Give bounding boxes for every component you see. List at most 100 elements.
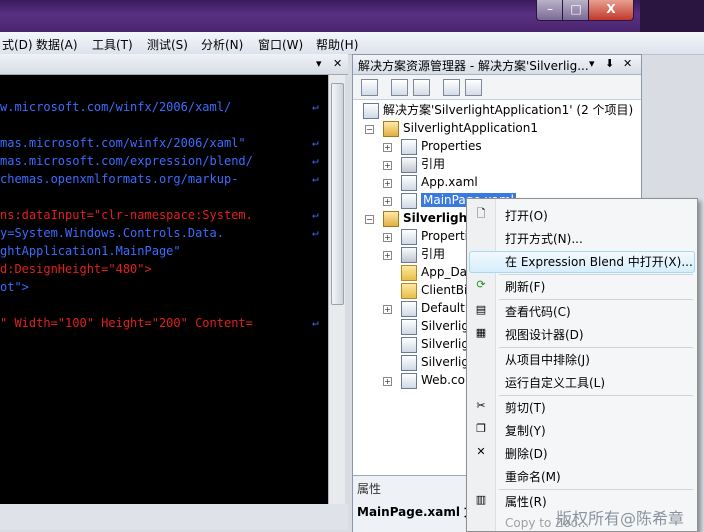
tree-item[interactable]: 引用 (401, 155, 445, 173)
menu-item-rename[interactable]: 重命名(M) (467, 465, 697, 487)
expand-icon[interactable]: + (383, 377, 392, 386)
context-menu: 🗋 打开(O) 打开方式(N)... 在 Expression Blend 中打… (466, 198, 698, 532)
menu-item-label: 刷新(F) (505, 280, 546, 294)
tree-item[interactable]: Silverlig (401, 317, 469, 335)
expand-icon[interactable]: + (383, 305, 392, 314)
wrap-icon: ↵ (312, 316, 319, 329)
maximize-button[interactable]: □ (562, 0, 590, 21)
code-line: ot"> (0, 280, 29, 294)
collapse-icon[interactable]: − (365, 125, 374, 134)
references-icon (401, 156, 417, 173)
close-button[interactable]: X (588, 0, 634, 21)
view-code-icon: ▤ (475, 303, 487, 316)
expand-icon[interactable]: + (383, 143, 392, 152)
properties-tool-icon[interactable] (361, 79, 378, 96)
menu-analyze[interactable]: 分析(N) (201, 36, 243, 53)
menu-help[interactable]: 帮助(H) (316, 36, 358, 53)
minimize-button[interactable]: – (536, 0, 564, 21)
menu-item-open-with[interactable]: 打开方式(N)... (467, 227, 697, 249)
panel-title: 解决方案资源管理器 - 解决方案'Silverlig... (358, 59, 589, 73)
tree-label: ClientBi (421, 283, 468, 297)
tree-label: 引用 (421, 157, 446, 171)
tree-item[interactable]: ClientBi (401, 281, 467, 299)
tree-item[interactable]: Silverlig (401, 335, 469, 353)
refresh-icon: ⟳ (476, 278, 486, 291)
references-icon (401, 246, 417, 263)
xaml-file-icon (401, 174, 417, 191)
scrollbar-thumb[interactable] (331, 83, 344, 305)
open-icon: 🗋 (476, 207, 486, 220)
menu-item-label: 在 Expression Blend 中打开(X)... (505, 255, 693, 269)
panel-dropdown-icon[interactable]: ▾ (589, 57, 595, 70)
expand-icon[interactable]: + (383, 251, 392, 260)
menu-item-open[interactable]: 🗋 打开(O) (467, 204, 697, 226)
file-icon (401, 354, 417, 371)
panel-close-icon[interactable]: ✕ (623, 57, 632, 70)
code-line: chemas.openxmlformats.org/markup- (0, 172, 239, 186)
menu-window[interactable]: 窗口(W) (258, 36, 303, 53)
tree-item[interactable]: App_Da (401, 263, 467, 281)
wrap-icon: ↵ (312, 226, 319, 239)
tree-label: 引用 (421, 247, 446, 261)
menu-data[interactable]: 数据(A) (36, 36, 78, 53)
tree-item[interactable]: 引用 (401, 245, 445, 263)
expand-icon[interactable]: + (383, 179, 392, 188)
wrap-icon: ↵ (312, 154, 319, 167)
menu-tools[interactable]: 工具(T) (92, 36, 133, 53)
menu-item-cut[interactable]: ✂ 剪切(T) (467, 396, 697, 418)
tree-item[interactable]: Propertie (401, 227, 475, 245)
file-icon (401, 318, 417, 335)
view-code-tool-icon[interactable] (443, 79, 460, 96)
menu-item-view-designer[interactable]: ▦ 视图设计器(D) (467, 323, 697, 345)
tree-item[interactable]: Silverlig (401, 353, 469, 371)
tree-item[interactable]: App.xaml (401, 173, 478, 191)
tab-dropdown-icon[interactable]: ▾ (316, 57, 322, 70)
view-designer-tool-icon[interactable] (465, 79, 482, 96)
tree-label: Silverlig (421, 355, 469, 369)
tree-project-silverlight[interactable]: SilverlightApplication1 (383, 119, 538, 137)
watermark: 版权所有@陈希章 (556, 509, 685, 528)
editor-tab-strip: ▾ ✕ (0, 54, 348, 75)
aspx-file-icon (401, 300, 417, 317)
tree-label: 解决方案'SilverlightApplication1' (2 个项目) (383, 103, 634, 117)
tab-close-icon[interactable]: ✕ (333, 57, 342, 70)
project-icon (383, 120, 399, 137)
collapse-icon[interactable]: − (365, 215, 374, 224)
menu-item-view-code[interactable]: ▤ 查看代码(C) (467, 300, 697, 322)
menu-format[interactable]: 式(D) (2, 36, 33, 53)
pin-icon[interactable]: ⬇ (605, 57, 614, 70)
code-line: y=System.Windows.Controls.Data. (0, 226, 224, 240)
tree-item[interactable]: Default. (401, 299, 469, 317)
copy-icon: ❐ (476, 422, 486, 435)
properties-icon: ▥ (475, 493, 487, 506)
menu-item-open-in-blend[interactable]: 在 Expression Blend 中打开(X)... (467, 250, 697, 273)
tree-item[interactable]: Properties (401, 137, 482, 155)
solution-icon (363, 102, 379, 119)
expand-icon[interactable]: + (383, 233, 392, 242)
expand-icon[interactable]: + (383, 161, 392, 170)
tree-item[interactable]: Web.co (401, 371, 465, 389)
tree-solution-root[interactable]: 解决方案'SilverlightApplication1' (2 个项目) (363, 101, 633, 119)
wrap-icon: ↵ (312, 172, 319, 185)
menu-item-run-custom-tool[interactable]: 运行自定义工具(L) (467, 371, 697, 393)
expand-icon[interactable]: + (383, 197, 392, 206)
wrap-icon: ↵ (312, 208, 319, 221)
folder-icon (401, 264, 417, 281)
config-file-icon (401, 372, 417, 389)
menu-item-label: 视图设计器(D) (505, 328, 584, 342)
menu-item-label: 复制(Y) (505, 424, 546, 438)
menu-item-refresh[interactable]: ⟳ 刷新(F) (467, 275, 697, 297)
xaml-code-editor[interactable]: w.microsoft.com/winfx/2006/xaml/ ↵ mas.m… (0, 75, 328, 504)
menu-bar: 式(D) 数据(A) 工具(T) 测试(S) 分析(N) 窗口(W) 帮助(H) (0, 32, 704, 55)
menu-test[interactable]: 测试(S) (147, 36, 188, 53)
designer-icon: ▦ (475, 326, 487, 339)
menu-item-label: 重命名(M) (505, 470, 561, 484)
menu-item-delete[interactable]: ✕ 删除(D) (467, 442, 697, 464)
code-line: d:DesignHeight="480"> (0, 262, 152, 276)
menu-item-label: 删除(D) (505, 447, 548, 461)
editor-vertical-scrollbar[interactable] (328, 75, 345, 504)
refresh-tool-icon[interactable] (413, 79, 430, 96)
menu-item-copy[interactable]: ❐ 复制(Y) (467, 419, 697, 441)
show-all-files-icon[interactable] (391, 79, 408, 96)
menu-item-exclude[interactable]: 从项目中排除(J) (467, 348, 697, 370)
